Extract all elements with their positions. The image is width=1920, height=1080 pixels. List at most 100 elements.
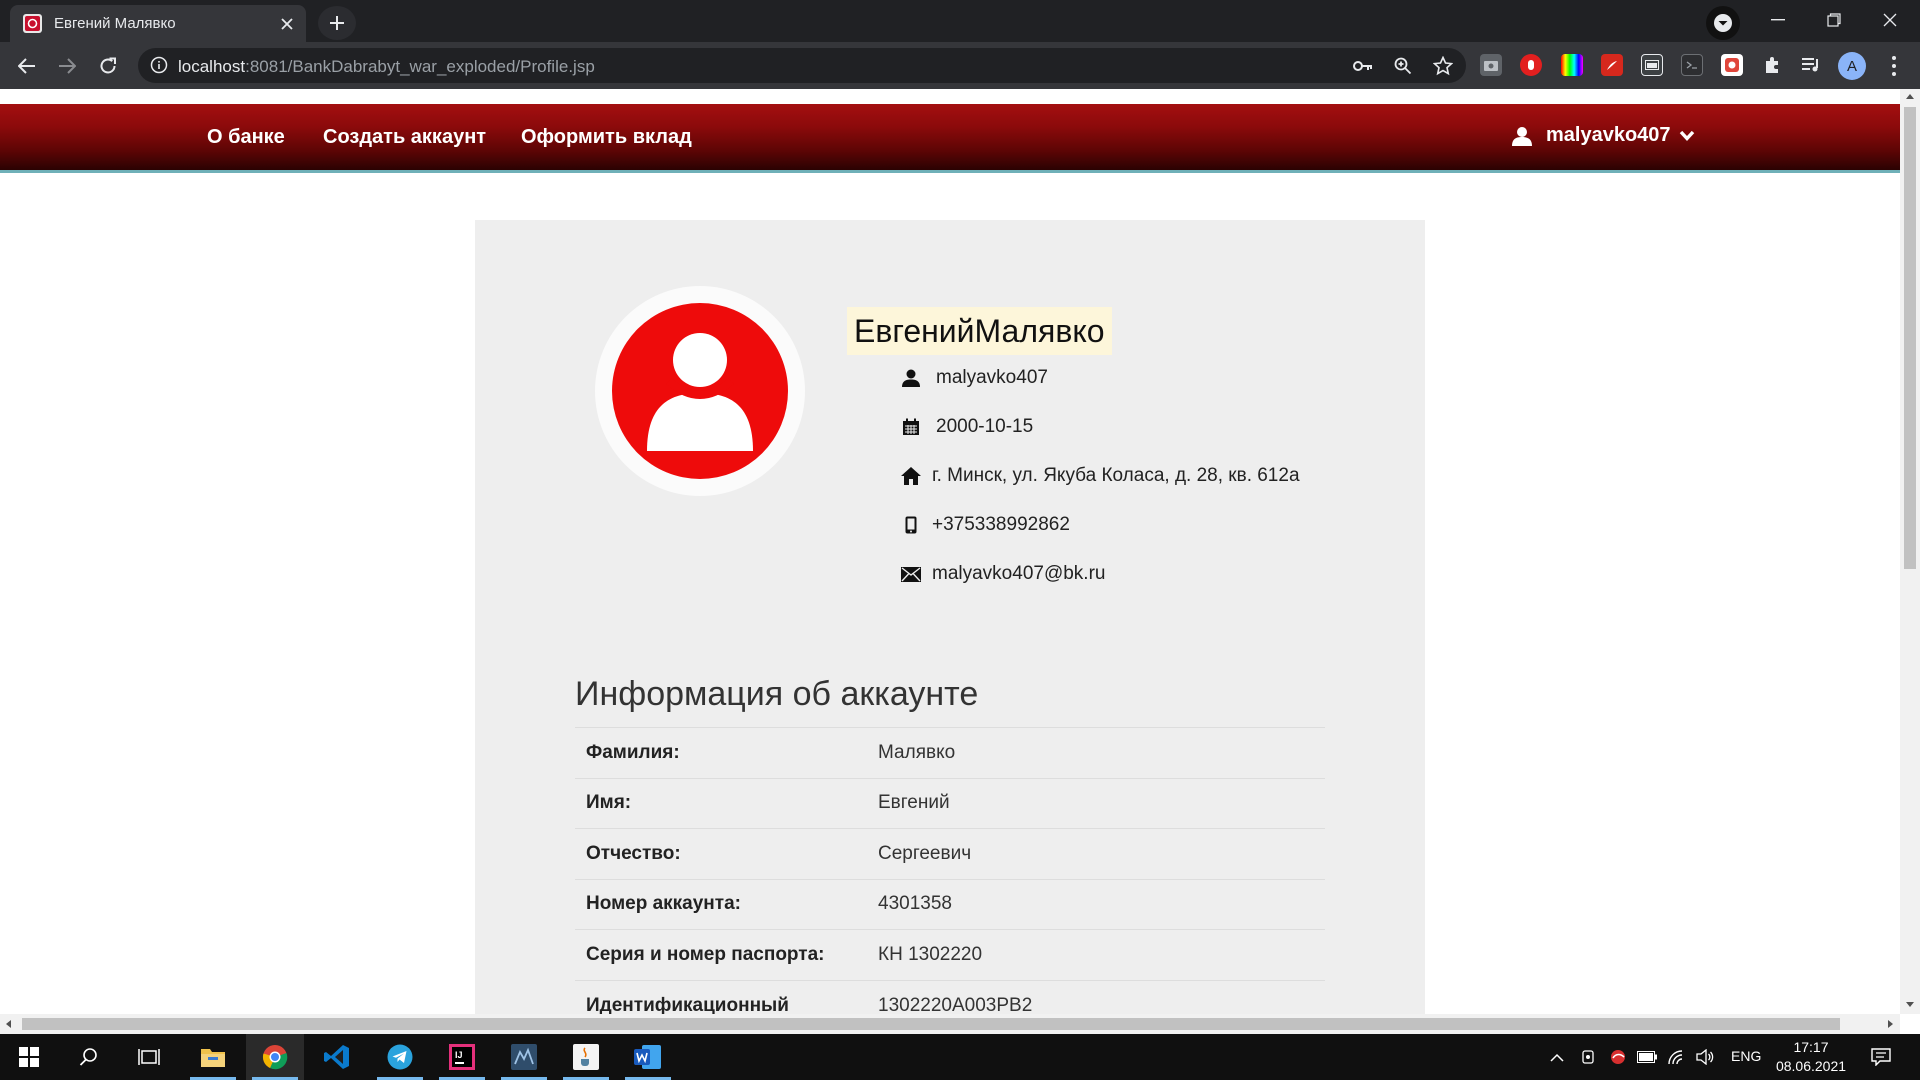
extension-colorpicker-icon[interactable] (1561, 54, 1583, 76)
volume-icon[interactable] (1694, 1046, 1716, 1068)
forward-arrow-icon[interactable] (51, 51, 83, 81)
taskbar-vscode[interactable] (308, 1034, 366, 1080)
zoom-icon[interactable] (1392, 56, 1414, 76)
taskbar-mysql-workbench[interactable] (495, 1034, 553, 1080)
tab-title: Евгений Малявко (54, 15, 176, 32)
browser-toolbar: localhost:8081/BankDabrabyt_war_exploded… (0, 42, 1920, 89)
new-tab-button[interactable] (318, 6, 356, 40)
start-button[interactable] (0, 1034, 58, 1080)
row-value: 1302220A003PB2 (867, 979, 1325, 1014)
profile-birthdate-row: 2000-10-15 (900, 416, 1033, 438)
close-window-button[interactable] (1862, 0, 1918, 40)
browser-tab[interactable]: Евгений Малявко (10, 5, 306, 42)
extension-window-icon[interactable] (1641, 54, 1663, 76)
input-language[interactable]: ENG (1731, 1048, 1761, 1064)
profile-email-row: malyavko407@bk.ru (900, 563, 1105, 585)
vertical-scroll-thumb[interactable] (1904, 107, 1916, 569)
minimize-window-button[interactable] (1750, 0, 1806, 40)
nav-username: malyavko407 (1546, 124, 1671, 146)
profile-phone: +375338992862 (932, 514, 1070, 535)
scroll-left-arrow-icon[interactable] (6, 1020, 11, 1028)
profile-email: malyavko407@bk.ru (932, 563, 1106, 584)
restore-window-button[interactable] (1806, 0, 1862, 40)
key-icon[interactable] (1352, 56, 1374, 76)
profile-username: malyavko407 (936, 367, 1048, 388)
site-info-icon[interactable] (150, 56, 168, 74)
show-hidden-icons-chevron-icon[interactable] (1547, 1046, 1567, 1068)
extensions-puzzle-icon[interactable] (1761, 54, 1783, 76)
user-menu-toggle[interactable]: malyavko407 (1512, 124, 1695, 147)
extension-camera-icon[interactable] (1480, 54, 1502, 76)
taskbar-intellij[interactable]: IJ (433, 1034, 491, 1080)
user-silhouette-icon (612, 303, 788, 479)
profile-username-row: malyavko407 (900, 367, 1048, 389)
browser-menu-icon[interactable] (1884, 54, 1904, 78)
extension-pdf-icon[interactable] (1601, 54, 1623, 76)
wifi-icon[interactable] (1665, 1046, 1687, 1068)
media-queue-icon[interactable] (1800, 54, 1822, 76)
svg-text:IJ: IJ (455, 1050, 463, 1060)
nav-link-create-account[interactable]: Создать аккаунт (323, 126, 486, 149)
extension-adblock-icon[interactable] (1520, 54, 1542, 76)
reload-icon[interactable] (92, 51, 124, 81)
scroll-down-arrow-icon[interactable] (1906, 1002, 1914, 1007)
taskbar-word[interactable] (619, 1034, 677, 1080)
horizontal-scrollbar[interactable] (0, 1014, 1900, 1034)
phone-icon (900, 514, 922, 536)
table-row: Серия и номер паспорта: КН 1302220 (575, 929, 1325, 980)
scroll-right-arrow-icon[interactable] (1888, 1020, 1893, 1028)
tray-antivirus-icon[interactable] (1607, 1046, 1629, 1068)
bookmark-star-icon[interactable] (1432, 56, 1454, 76)
row-value: 4301358 (867, 878, 1325, 930)
tab-close-icon[interactable] (278, 15, 296, 33)
back-arrow-icon[interactable] (11, 51, 43, 81)
table-row: Отчество: Сергеевич (575, 828, 1325, 879)
profile-avatar[interactable]: A (1838, 52, 1866, 80)
site-navbar: О банке Создать аккаунт Оформить вклад m… (0, 104, 1900, 173)
vscode-icon (324, 1045, 349, 1069)
profile-address-row: г. Минск, ул. Якуба Коласа, д. 28, кв. 6… (900, 465, 1300, 487)
task-view-button[interactable] (120, 1034, 178, 1080)
search-button[interactable] (60, 1034, 118, 1080)
url-path: :8081/BankDabrabyt_war_exploded/Profile.… (245, 57, 595, 76)
url-text[interactable]: localhost:8081/BankDabrabyt_war_exploded… (178, 57, 595, 77)
windows-logo-icon (19, 1047, 39, 1067)
taskbar-java[interactable] (557, 1034, 615, 1080)
url-host: localhost (178, 57, 246, 76)
vertical-scrollbar[interactable] (1900, 89, 1920, 1014)
profile-birthdate: 2000-10-15 (936, 416, 1034, 437)
windows-taskbar: IJ ENG 17:17 08.06.2021 (0, 1034, 1920, 1080)
taskbar-file-explorer[interactable] (184, 1034, 242, 1080)
extension-app-icon[interactable] (1721, 54, 1743, 76)
tab-search-button[interactable] (1706, 6, 1740, 40)
horizontal-scroll-thumb[interactable] (22, 1018, 1840, 1030)
nav-link-about[interactable]: О банке (207, 126, 285, 149)
home-icon (900, 465, 922, 487)
row-label: Идентификационный (575, 979, 867, 1014)
row-label: Отчество: (575, 828, 867, 879)
notifications-icon[interactable] (1868, 1046, 1894, 1068)
row-label: Фамилия: (575, 727, 867, 778)
battery-icon[interactable] (1636, 1046, 1658, 1068)
word-icon (634, 1045, 661, 1069)
taskbar-telegram[interactable] (371, 1034, 429, 1080)
chrome-icon (262, 1045, 288, 1070)
scroll-up-arrow-icon[interactable] (1906, 94, 1914, 99)
chevron-down-icon (1679, 130, 1695, 142)
profile-phone-row: +375338992862 (900, 514, 1070, 536)
clock[interactable]: 17:17 08.06.2021 (1772, 1038, 1850, 1076)
user-icon (900, 367, 922, 389)
taskbar-chrome[interactable] (246, 1034, 304, 1080)
nav-link-make-deposit[interactable]: Оформить вклад (521, 126, 692, 149)
row-label: Серия и номер паспорта: (575, 929, 867, 980)
telegram-icon (387, 1044, 413, 1070)
row-label: Имя: (575, 777, 867, 829)
tray-app-icon[interactable] (1577, 1046, 1599, 1068)
account-info-table: Фамилия: Малявко Имя: Евгений Отчество: … (575, 727, 1325, 1014)
profile-full-name: ЕвгенийМалявко (847, 307, 1112, 355)
profile-address: г. Минск, ул. Якуба Коласа, д. 28, кв. 6… (932, 465, 1300, 486)
table-row: Идентификационный 1302220A003PB2 (575, 979, 1325, 1014)
address-bar[interactable]: localhost:8081/BankDabrabyt_war_exploded… (138, 48, 1466, 83)
extension-terminal-icon[interactable] (1681, 54, 1703, 76)
clock-date: 08.06.2021 (1775, 1058, 1847, 1074)
